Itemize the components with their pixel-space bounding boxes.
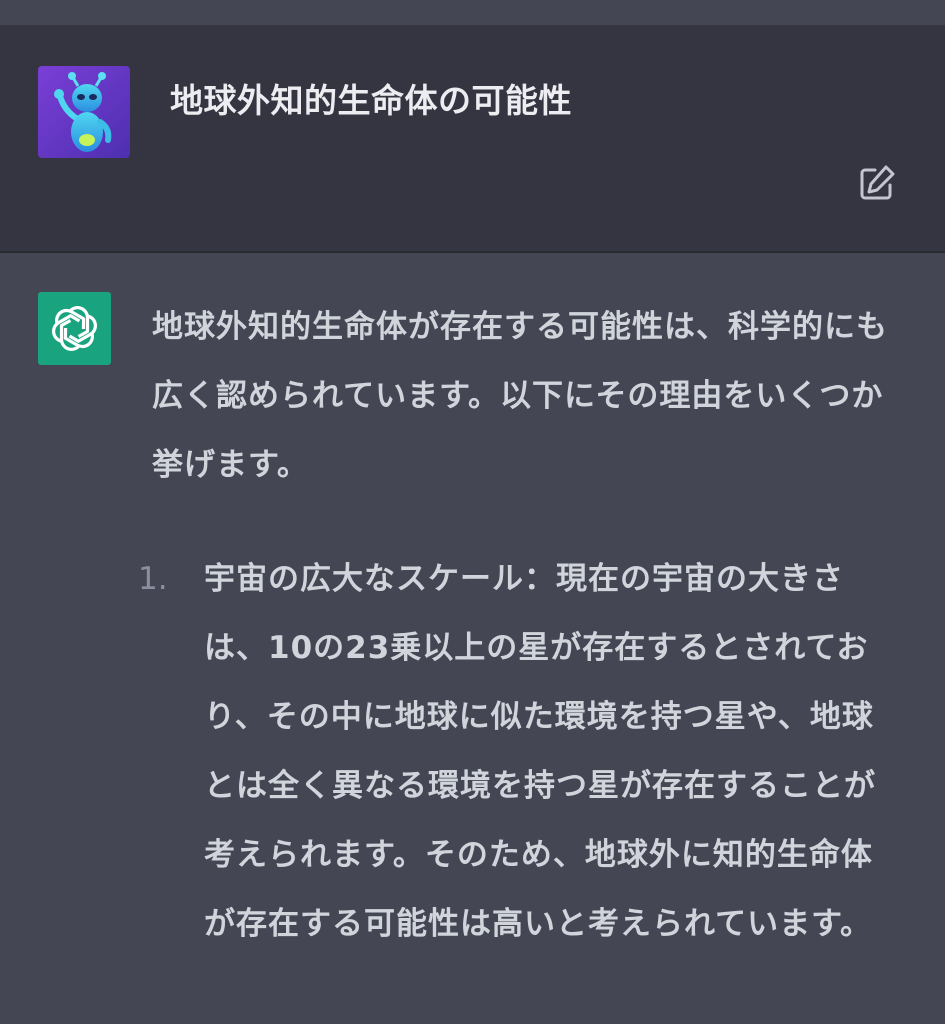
alien-avatar xyxy=(38,66,130,158)
edit-icon[interactable] xyxy=(856,162,898,204)
top-strip xyxy=(0,0,945,25)
assistant-intro-text: 地球外知的生命体が存在する可能性は、科学的にも広く認められています。以下にその理… xyxy=(152,309,888,483)
list-item-number: 1. xyxy=(138,561,168,597)
openai-logo-icon xyxy=(38,292,111,365)
user-message xyxy=(0,25,945,251)
user-message-text: 地球外知的生命体の可能性 xyxy=(170,81,572,120)
list-item-text: 宇宙の広大なスケール：現在の宇宙の大きさは、10の23乗以上の星が存在するとされ… xyxy=(204,561,876,942)
